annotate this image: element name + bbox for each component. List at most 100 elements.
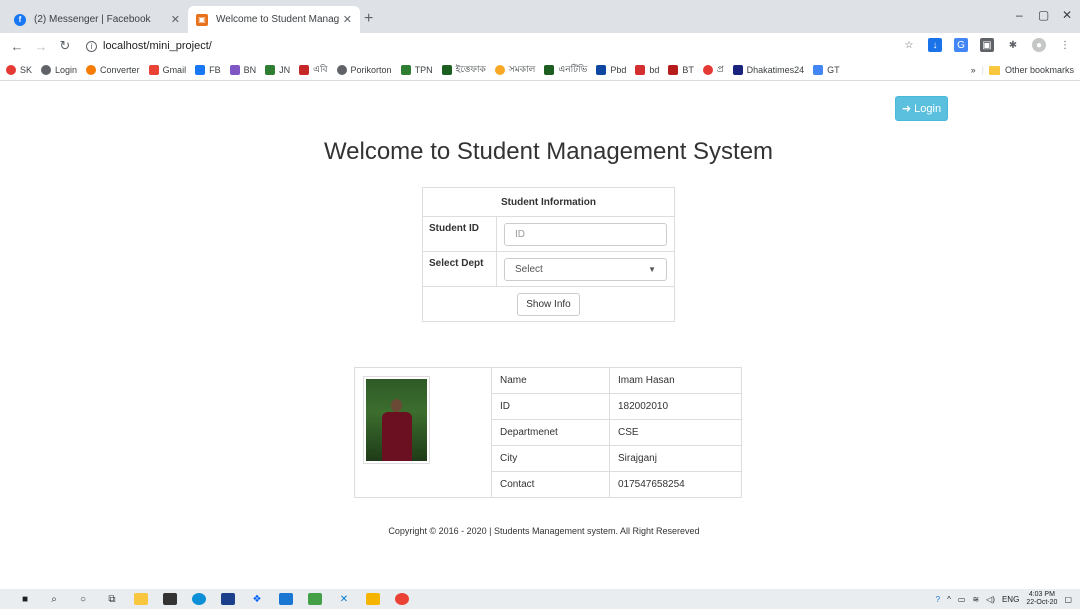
row-key: Departmenet [491, 419, 610, 446]
info-icon[interactable]: i [86, 40, 97, 52]
clock-date: 22-Oct-20 [1026, 599, 1058, 606]
bookmark-icon [229, 64, 240, 75]
photo-cell [354, 367, 492, 498]
app-icon[interactable] [308, 593, 322, 605]
bookmark-icon [596, 64, 607, 75]
login-label: Login [914, 102, 942, 115]
bookmark-icon [6, 64, 16, 75]
bookmarks-more-button[interactable]: » [971, 65, 976, 75]
volume-icon[interactable]: ◁) [986, 595, 995, 604]
bookmark-item[interactable]: প্র [702, 62, 724, 77]
bookmark-item[interactable]: SK [6, 64, 32, 75]
vscode-icon[interactable]: ✕ [337, 593, 351, 605]
help-icon[interactable]: ? [936, 595, 940, 604]
bookmark-item[interactable]: এবি [299, 62, 328, 77]
search-icon[interactable]: ⌕ [47, 593, 61, 605]
address-bar[interactable]: i localhost/mini_project/ [86, 33, 212, 59]
bookmark-icon [299, 64, 310, 75]
show-info-button[interactable]: Show Info [517, 292, 580, 316]
bookmark-item[interactable]: সমকাল [494, 62, 535, 77]
bookmark-item[interactable]: Gmail [148, 64, 186, 75]
reload-icon[interactable]: ↻ [58, 38, 72, 54]
bookmark-item[interactable]: Porikorton [336, 64, 392, 75]
bookmark-item[interactable]: bd [635, 64, 659, 75]
close-tab-icon[interactable]: ✕ [171, 13, 180, 26]
clock-time: 4:03 PM [1028, 591, 1055, 598]
url-text: localhost/mini_project/ [103, 40, 212, 52]
chevron-up-icon[interactable]: ^ [947, 595, 951, 604]
translate-icon [813, 64, 824, 75]
bookmark-item[interactable]: JN [265, 64, 290, 75]
dropbox-icon[interactable]: ❖ [250, 593, 264, 605]
screenshot-extension-icon[interactable]: ▣ [980, 38, 994, 52]
forward-arrow-icon[interactable]: → [34, 39, 48, 54]
maximize-button[interactable]: ▢ [1038, 8, 1049, 22]
battery-icon[interactable]: ▭ [958, 595, 966, 604]
table-row: Name Imam Hasan [354, 367, 742, 498]
close-window-button[interactable]: ✕ [1062, 8, 1072, 22]
taskbar: ■ ⌕ ○ ⧉ ❖ ✕ ? ^ ▭ ≋ ◁) ENG 4:03 PM 22-Oc… [0, 589, 1080, 609]
minimize-button[interactable]: – [1016, 8, 1023, 22]
download-extension-icon[interactable]: ↓ [928, 38, 942, 52]
bookmark-item[interactable]: এনটিভি [544, 62, 587, 77]
dept-selected-value: Select [515, 263, 543, 275]
bookmark-item[interactable]: BT [668, 64, 694, 75]
app-icon[interactable] [366, 593, 380, 605]
bookmark-item[interactable]: TPN [400, 64, 433, 75]
star-icon[interactable]: ☆ [902, 38, 916, 52]
dept-select[interactable]: Select ▼ [504, 257, 667, 281]
form-header: Student Information [422, 187, 675, 217]
bookmark-item[interactable]: GT [813, 64, 840, 75]
select-dept-label: Select Dept [422, 251, 497, 287]
windows-start-icon[interactable]: ■ [18, 593, 32, 605]
tab-messenger[interactable]: f (2) Messenger | Facebook ✕ [6, 6, 188, 33]
facebook-icon [195, 64, 206, 75]
tab-title: Welcome to Student Managemen [216, 14, 339, 25]
bookmark-item[interactable]: Pbd [596, 64, 626, 75]
bookmark-item[interactable]: Login [41, 64, 77, 75]
bookmark-item[interactable]: Converter [86, 64, 140, 75]
bookmark-item[interactable]: ইত্তেফাক [441, 62, 486, 77]
bookmark-item[interactable]: Dhakatimes24 [732, 64, 804, 75]
language-indicator[interactable]: ENG [1002, 595, 1019, 604]
student-id-input[interactable]: ID [504, 222, 667, 246]
bookmarks-bar: SK Login Converter Gmail FB BN JN এবি Po… [0, 59, 1080, 81]
login-button[interactable]: ➜ Login [895, 96, 948, 121]
other-bookmarks-link[interactable]: Other bookmarks [1005, 65, 1074, 75]
app-icon[interactable] [221, 593, 235, 605]
chrome-icon[interactable] [395, 593, 409, 605]
translate-extension-icon[interactable]: G [954, 38, 968, 52]
tab-student-management[interactable]: ▣ Welcome to Student Managemen ✕ [188, 6, 360, 33]
avatar-icon[interactable]: ● [1032, 38, 1046, 52]
cortana-icon[interactable]: ○ [76, 593, 90, 605]
chevron-down-icon: ▼ [648, 264, 656, 274]
edge-icon[interactable] [192, 593, 206, 605]
page-favicon-icon: ▣ [196, 13, 208, 26]
new-tab-button[interactable]: + [364, 10, 373, 28]
puzzle-icon[interactable]: ✱ [1006, 38, 1020, 52]
bookmark-icon [732, 64, 743, 75]
folder-icon [988, 65, 1000, 75]
file-explorer-icon[interactable] [134, 593, 148, 605]
row-key: ID [491, 393, 610, 420]
app-icon[interactable] [279, 593, 293, 605]
wifi-icon[interactable]: ≋ [972, 595, 979, 604]
kebab-menu-icon[interactable]: ⋮ [1058, 38, 1072, 52]
bookmark-icon [668, 64, 679, 75]
browser-toolbar: ← → ↻ i localhost/mini_project/ ☆ ↓ G ▣ … [0, 33, 1080, 59]
student-id-label: Student ID [422, 216, 497, 252]
bookmark-item[interactable]: FB [195, 64, 221, 75]
bookmark-item[interactable]: BN [229, 64, 256, 75]
page-title: Welcome to Student Management System [323, 138, 774, 165]
bookmark-icon [635, 64, 646, 75]
close-tab-icon[interactable]: ✕ [343, 13, 352, 26]
notification-icon[interactable]: ▢ [1064, 595, 1072, 604]
back-arrow-icon[interactable]: ← [10, 39, 24, 54]
task-view-icon[interactable]: ⧉ [105, 593, 119, 605]
toolbar-actions: ☆ ↓ G ▣ ✱ ● ⋮ [902, 38, 1072, 52]
store-icon[interactable] [163, 593, 177, 605]
clock[interactable]: 4:03 PM 22-Oct-20 [1026, 591, 1057, 607]
bookmark-icon [265, 64, 276, 75]
bookmark-icon [544, 64, 555, 75]
sign-in-icon: ➜ [901, 103, 912, 115]
